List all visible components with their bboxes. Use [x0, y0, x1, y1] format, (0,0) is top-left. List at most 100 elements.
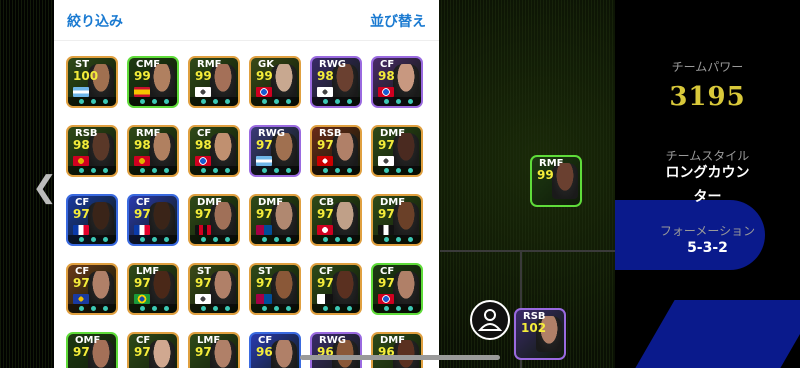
skill-dot-icon — [323, 168, 328, 173]
player-rating: 97 — [73, 276, 90, 290]
person-icon — [477, 309, 503, 331]
skill-dot-icon — [79, 168, 84, 173]
player-card[interactable]: RWG 98 — [310, 56, 362, 108]
card-footer-bar — [251, 97, 299, 106]
skill-dot-icon — [164, 306, 169, 311]
field-player-card[interactable]: RSB 102 — [514, 308, 566, 360]
player-card[interactable]: RMF 98 — [127, 125, 179, 177]
player-card[interactable]: DMF 96 — [371, 332, 423, 368]
player-card[interactable]: CF 97 — [310, 263, 362, 315]
card-footer-bar — [312, 97, 360, 106]
card-footer-bar — [129, 235, 177, 244]
card-footer-bar — [68, 166, 116, 175]
player-rating: 97 — [73, 345, 90, 359]
player-card[interactable]: CB 97 — [310, 194, 362, 246]
flag-icon — [73, 225, 89, 235]
card-footer-bar — [312, 235, 360, 244]
skill-dot-icon — [347, 237, 352, 242]
skill-dot-icon — [164, 99, 169, 104]
flag-icon — [317, 156, 333, 166]
skill-dot-icon — [323, 306, 328, 311]
skill-dot-icon — [323, 237, 328, 242]
card-footer-bar — [251, 235, 299, 244]
player-rating: 96 — [256, 345, 273, 359]
player-rating: 97 — [256, 207, 273, 221]
skill-dot-icon — [79, 99, 84, 104]
player-card[interactable]: LMF 97 — [127, 263, 179, 315]
filter-button[interactable]: 絞り込み — [67, 11, 123, 31]
player-portrait — [332, 271, 358, 307]
skill-dot-icon — [396, 168, 401, 173]
player-card[interactable]: RMF 99 — [188, 56, 240, 108]
player-rating: 97 — [134, 276, 151, 290]
skill-dot-icon — [274, 306, 279, 311]
team-power-label: チームパワー — [671, 60, 744, 74]
formation-label: フォーメーション — [659, 224, 756, 238]
flag-icon — [256, 156, 272, 166]
player-card[interactable]: GK 99 — [249, 56, 301, 108]
skill-dot-icon — [225, 99, 230, 104]
player-card[interactable]: CF 97 — [66, 194, 118, 246]
player-rating: 99 — [134, 69, 151, 83]
player-card[interactable]: CF 97 — [127, 332, 179, 368]
skill-dot-icon — [140, 306, 145, 311]
player-card[interactable]: CF 98 — [371, 56, 423, 108]
player-rating: 97 — [317, 207, 334, 221]
skill-dot-icon — [347, 306, 352, 311]
player-rating: 99 — [256, 69, 273, 83]
player-portrait — [88, 202, 114, 238]
flag-icon — [378, 294, 394, 304]
player-card[interactable]: RWG 97 — [249, 125, 301, 177]
player-card[interactable]: RSB 98 — [66, 125, 118, 177]
skill-dot-icon — [262, 99, 267, 104]
player-card[interactable]: CF 96 — [249, 332, 301, 368]
field-player-card[interactable]: RMF 99 — [530, 155, 582, 207]
player-rating: 98 — [73, 138, 90, 152]
team-style-label: チームスタイル — [665, 149, 750, 163]
player-card[interactable]: CF 98 — [188, 125, 240, 177]
card-footer-bar — [312, 166, 360, 175]
skill-dot-icon — [140, 168, 145, 173]
skill-dot-icon — [408, 306, 413, 311]
player-card[interactable]: OMF 97 — [66, 332, 118, 368]
flag-icon — [73, 87, 89, 97]
flag-icon — [378, 225, 394, 235]
player-rating: 98 — [134, 138, 151, 152]
player-rating: 97 — [317, 276, 334, 290]
flag-icon — [195, 156, 211, 166]
flag-icon — [195, 87, 211, 97]
player-profile-button[interactable] — [470, 300, 510, 340]
player-rating: 97 — [317, 138, 334, 152]
player-card[interactable]: DMF 97 — [249, 194, 301, 246]
team-info-panel — [615, 0, 800, 368]
skill-dot-icon — [152, 306, 157, 311]
player-card[interactable]: CF 97 — [127, 194, 179, 246]
skill-dot-icon — [262, 306, 267, 311]
player-card[interactable]: ST 97 — [188, 263, 240, 315]
player-card[interactable]: CMF 99 — [127, 56, 179, 108]
player-card[interactable]: LMF 97 — [188, 332, 240, 368]
player-card[interactable]: RSB 97 — [310, 125, 362, 177]
player-card[interactable]: RWG 96 — [310, 332, 362, 368]
player-card[interactable]: ST 97 — [249, 263, 301, 315]
player-rating: 97 — [256, 276, 273, 290]
player-card[interactable]: DMF 97 — [371, 125, 423, 177]
skill-dot-icon — [152, 99, 157, 104]
skill-dot-icon — [152, 237, 157, 242]
player-card[interactable]: CF 97 — [66, 263, 118, 315]
card-footer-bar — [373, 97, 421, 106]
card-footer-bar — [129, 97, 177, 106]
skill-dot-icon — [213, 306, 218, 311]
home-indicator — [300, 355, 500, 360]
skill-dot-icon — [152, 168, 157, 173]
player-card[interactable]: CF 97 — [371, 263, 423, 315]
sort-button[interactable]: 並び替え — [370, 11, 426, 31]
player-rating: 97 — [134, 207, 151, 221]
player-card[interactable]: DMF 97 — [371, 194, 423, 246]
player-card[interactable]: ST 100 — [66, 56, 118, 108]
team-power-value: 3195 — [669, 82, 746, 112]
card-footer-bar — [251, 166, 299, 175]
player-card[interactable]: DMF 97 — [188, 194, 240, 246]
card-footer-bar — [190, 304, 238, 313]
player-list-panel: 絞り込み 並び替え ST 100 CMF 99 RMF 99 GK 99 RWG 98 CF 98 RS… — [54, 0, 439, 368]
